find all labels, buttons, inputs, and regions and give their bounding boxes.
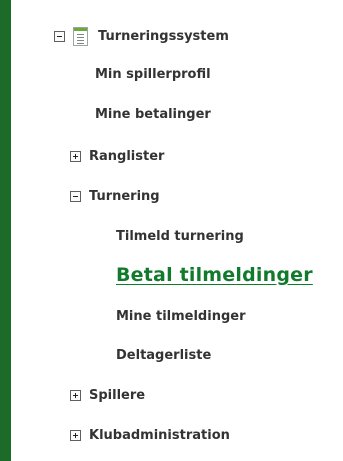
collapse-toggle-icon[interactable]	[54, 30, 65, 42]
tree-node-turneringssystem[interactable]: Turneringssystem	[54, 24, 229, 48]
tree-node-label[interactable]: Ranglister	[89, 149, 164, 164]
expand-toggle-icon[interactable]	[70, 429, 81, 441]
menu-link-deltagerliste[interactable]: Deltagerliste	[116, 344, 211, 366]
tree-node-label: Turneringssystem	[98, 28, 229, 44]
menu-link-tilmeld-turnering[interactable]: Tilmeld turnering	[116, 225, 244, 247]
menu-link-label[interactable]: Mine betalinger	[95, 107, 211, 122]
menu-link-min-spillerprofil[interactable]: Min spillerprofil	[95, 63, 211, 85]
tree-node-ranglister[interactable]: Ranglister	[70, 145, 164, 167]
left-accent-bar	[0, 0, 11, 461]
menu-link-mine-tilmeldinger[interactable]: Mine tilmeldinger	[116, 305, 246, 327]
expand-toggle-icon[interactable]	[70, 150, 81, 162]
collapse-toggle-icon[interactable]	[70, 190, 81, 202]
tree-node-spillere[interactable]: Spillere	[70, 384, 145, 406]
active-menu-link-label[interactable]: Betal tilmeldinger	[116, 264, 313, 286]
menu-link-label[interactable]: Mine tilmeldinger	[116, 309, 246, 324]
tree-node-label[interactable]: Spillere	[89, 388, 145, 403]
expand-toggle-icon[interactable]	[70, 389, 81, 401]
menu-link-betal-tilmeldinger-active[interactable]: Betal tilmeldinger	[116, 260, 313, 290]
tree-node-klubadministration[interactable]: Klubadministration	[70, 424, 230, 446]
menu-link-label[interactable]: Tilmeld turnering	[116, 229, 244, 244]
document-icon	[73, 26, 88, 46]
tree-node-turnering[interactable]: Turnering	[70, 185, 160, 207]
tree-node-label[interactable]: Turnering	[89, 189, 160, 204]
menu-link-label[interactable]: Deltagerliste	[116, 348, 211, 363]
tree-node-label[interactable]: Klubadministration	[89, 428, 230, 443]
menu-link-label[interactable]: Min spillerprofil	[95, 67, 211, 82]
menu-link-mine-betalinger[interactable]: Mine betalinger	[95, 103, 211, 125]
